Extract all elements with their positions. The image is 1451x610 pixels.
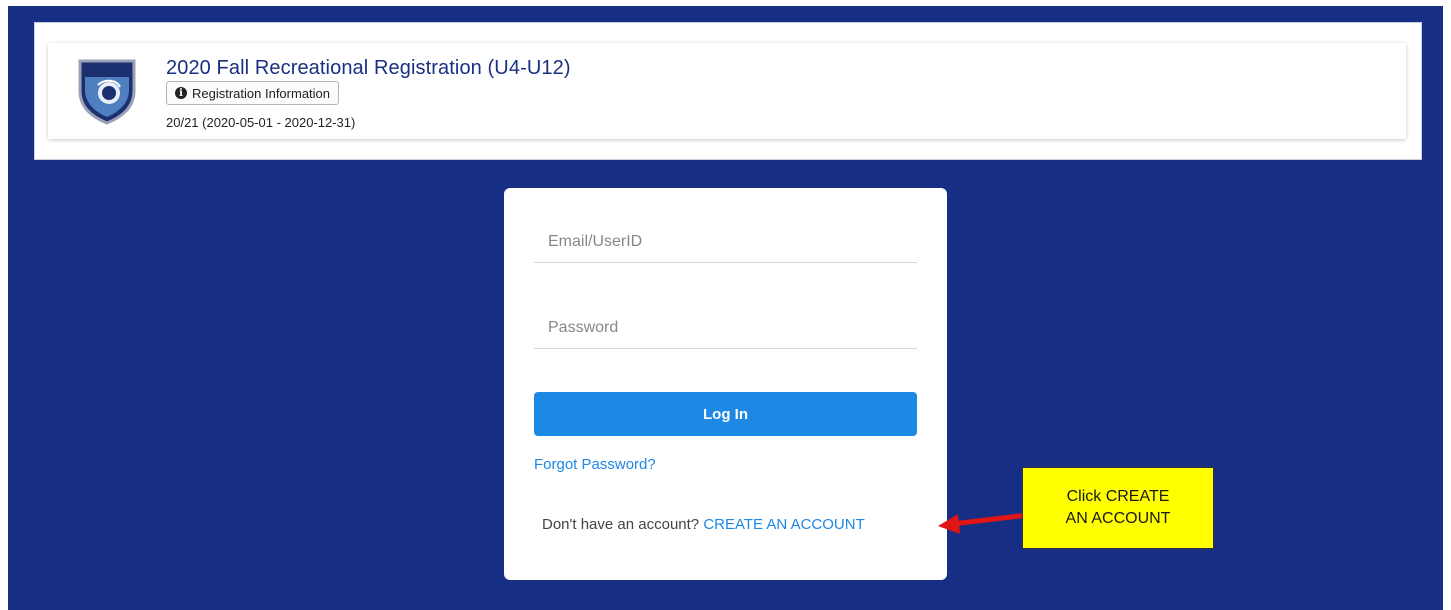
season-dates: 20/21 (2020-05-01 - 2020-12-31) xyxy=(166,115,356,130)
forgot-password-link[interactable]: Forgot Password? xyxy=(534,456,656,473)
login-card: Log In Forgot Password? Don't have an ac… xyxy=(504,188,947,580)
info-icon: i xyxy=(175,87,187,99)
email-field[interactable] xyxy=(534,222,917,262)
login-button[interactable]: Log In xyxy=(534,392,917,436)
event-title: 2020 Fall Recreational Registration (U4-… xyxy=(166,57,571,79)
password-field-container xyxy=(534,308,917,349)
registration-info-button[interactable]: i Registration Information xyxy=(166,81,340,105)
red-arrow-icon xyxy=(938,512,1029,534)
event-header: 2020 Fall Recreational Registration (U4-… xyxy=(48,43,1406,139)
no-account-text: Don't have an account? xyxy=(542,516,700,533)
create-account-link[interactable]: CREATE AN ACCOUNT xyxy=(703,516,864,533)
instruction-callout: Click CREATE AN ACCOUNT xyxy=(1022,467,1214,549)
registration-info-label: Registration Information xyxy=(192,85,331,101)
password-field[interactable] xyxy=(534,308,917,348)
signup-row: Don't have an account? CREATE AN ACCOUNT xyxy=(542,516,865,533)
club-crest-icon xyxy=(78,59,136,125)
email-field-container xyxy=(534,222,917,263)
